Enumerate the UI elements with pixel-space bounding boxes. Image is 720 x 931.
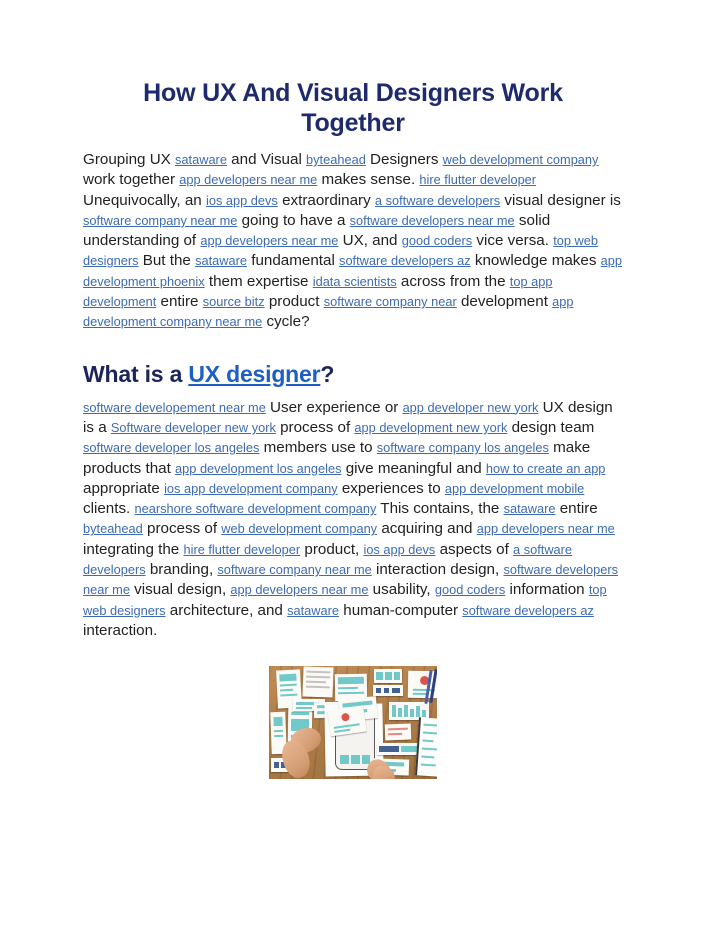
paragraph-text: But the bbox=[138, 252, 196, 270]
paragraph-text: product bbox=[264, 293, 324, 311]
section-heading-suffix: ? bbox=[320, 360, 335, 387]
paragraph-text: cycle? bbox=[262, 313, 310, 331]
keyword-link[interactable]: app development new york bbox=[354, 420, 507, 435]
photo-container bbox=[83, 666, 623, 780]
paragraph-text: visual designer is bbox=[500, 191, 626, 209]
notebook bbox=[415, 717, 437, 778]
paragraph-text: vice versa. bbox=[472, 232, 554, 250]
paragraph-text: architecture, and bbox=[165, 601, 288, 619]
keyword-link[interactable]: sataware bbox=[504, 501, 556, 516]
paragraph-text: process of bbox=[275, 418, 355, 436]
keyword-link[interactable]: software developers az bbox=[462, 603, 594, 618]
paragraph-text: This contains, the bbox=[376, 500, 504, 518]
keyword-link[interactable]: byteahead bbox=[83, 521, 143, 536]
keyword-link[interactable]: idata scientists bbox=[313, 274, 397, 289]
paragraph-text: branding, bbox=[145, 561, 218, 579]
keyword-link[interactable]: software developers az bbox=[339, 253, 471, 268]
paragraph-text: Grouping UX bbox=[83, 151, 176, 168]
keyword-link[interactable]: byteahead bbox=[306, 152, 366, 167]
paragraph-text: fundamental bbox=[247, 252, 340, 270]
paragraph-text: human-computer bbox=[339, 601, 463, 619]
wireframe-card bbox=[377, 743, 419, 756]
paragraph-text: usability, bbox=[368, 581, 435, 599]
keyword-link[interactable]: web development company bbox=[221, 521, 377, 536]
paragraph-text: extraordinary bbox=[277, 191, 375, 209]
paragraph-text: aspects of bbox=[435, 540, 514, 558]
paragraph-text: product, bbox=[300, 540, 364, 558]
keyword-link[interactable]: app developers near me bbox=[477, 521, 615, 536]
document-page: How UX And Visual Designers Work Togethe… bbox=[0, 0, 720, 931]
keyword-link[interactable]: app developers near me bbox=[179, 172, 317, 187]
keyword-link[interactable]: nearshore software development company bbox=[135, 501, 377, 516]
document-content: How UX And Visual Designers Work Togethe… bbox=[83, 78, 623, 780]
keyword-link[interactable]: how to create an app bbox=[486, 461, 606, 476]
wireframe-card-video bbox=[327, 705, 367, 737]
keyword-link[interactable]: software developement near me bbox=[83, 400, 266, 415]
paragraph-text: across from the bbox=[396, 272, 510, 290]
paragraph-text: design team bbox=[507, 418, 599, 436]
keyword-link[interactable]: hire flutter developer bbox=[183, 542, 300, 557]
wireframe-card bbox=[302, 666, 334, 698]
keyword-link[interactable]: ios app devs bbox=[206, 193, 278, 208]
keyword-link[interactable]: sataware bbox=[175, 152, 227, 167]
paragraph-text: entire bbox=[156, 293, 203, 311]
paragraph-ux-designer: software developement near me User exper… bbox=[83, 398, 623, 642]
keyword-link[interactable]: sataware bbox=[287, 603, 339, 618]
paragraph-text: them expertise bbox=[204, 272, 313, 290]
keyword-link[interactable]: source bitz bbox=[203, 294, 265, 309]
keyword-link[interactable]: a software developers bbox=[375, 193, 500, 208]
keyword-link[interactable]: software company near me bbox=[217, 562, 371, 577]
paragraph-text: entire bbox=[555, 500, 602, 518]
link-ux-designer[interactable]: UX designer bbox=[188, 361, 320, 387]
keyword-link[interactable]: Software developer new york bbox=[111, 420, 276, 435]
paragraph-text: development bbox=[456, 293, 553, 311]
keyword-link[interactable]: web development company bbox=[443, 152, 599, 167]
paragraph-text: Designers bbox=[365, 151, 443, 168]
keyword-link[interactable]: software developer los angeles bbox=[83, 440, 259, 455]
paragraph-text: makes sense. bbox=[317, 171, 420, 189]
keyword-link[interactable]: hire flutter developer bbox=[419, 172, 536, 187]
page-title: How UX And Visual Designers Work Togethe… bbox=[143, 79, 563, 137]
paragraph-text: going to have a bbox=[237, 211, 350, 229]
keyword-link[interactable]: sataware bbox=[195, 253, 247, 268]
paragraph-text: give meaningful and bbox=[341, 459, 486, 477]
keyword-link[interactable]: software developers near me bbox=[350, 213, 515, 228]
paragraph-text: User experience or bbox=[265, 398, 403, 416]
keyword-link[interactable]: software company near bbox=[324, 294, 457, 309]
paragraph-text: acquiring and bbox=[377, 520, 477, 538]
keyword-link[interactable]: good coders bbox=[435, 582, 505, 597]
wireframe-card bbox=[384, 723, 412, 741]
paragraph-intro: Grouping UX sataware and Visual byteahea… bbox=[83, 150, 623, 333]
keyword-link[interactable]: app developers near me bbox=[200, 233, 338, 248]
section-heading-ux-designer: What is a UX designer? bbox=[83, 360, 623, 388]
keyword-link[interactable]: app development mobile bbox=[445, 481, 584, 496]
paragraph-text: experiences to bbox=[337, 479, 445, 497]
paragraph-text: interaction design, bbox=[371, 561, 504, 579]
keyword-link[interactable]: ios app devs bbox=[363, 542, 435, 557]
ux-wireframes-photo bbox=[269, 666, 437, 780]
keyword-link[interactable]: software company near me bbox=[83, 213, 237, 228]
keyword-link[interactable]: software company los angeles bbox=[377, 440, 549, 455]
keyword-link[interactable]: app developers near me bbox=[230, 582, 368, 597]
wireframe-card bbox=[373, 685, 403, 697]
keyword-link[interactable]: app developer new york bbox=[403, 400, 539, 415]
wireframe-card bbox=[374, 669, 402, 684]
paragraph-text: visual design, bbox=[129, 581, 231, 599]
section-heading-prefix: What is a bbox=[83, 360, 189, 387]
keyword-link[interactable]: app development los angeles bbox=[175, 461, 341, 476]
keyword-link[interactable]: good coders bbox=[402, 233, 472, 248]
paragraph-text: members use to bbox=[259, 439, 377, 457]
paragraph-text: process of bbox=[142, 520, 222, 538]
paragraph-text: information bbox=[505, 581, 589, 599]
paragraph-text: and Visual bbox=[226, 151, 307, 168]
paragraph-text: knowledge makes bbox=[470, 252, 601, 270]
paragraph-text: UX, and bbox=[338, 232, 402, 250]
keyword-link[interactable]: ios app development company bbox=[164, 481, 338, 496]
